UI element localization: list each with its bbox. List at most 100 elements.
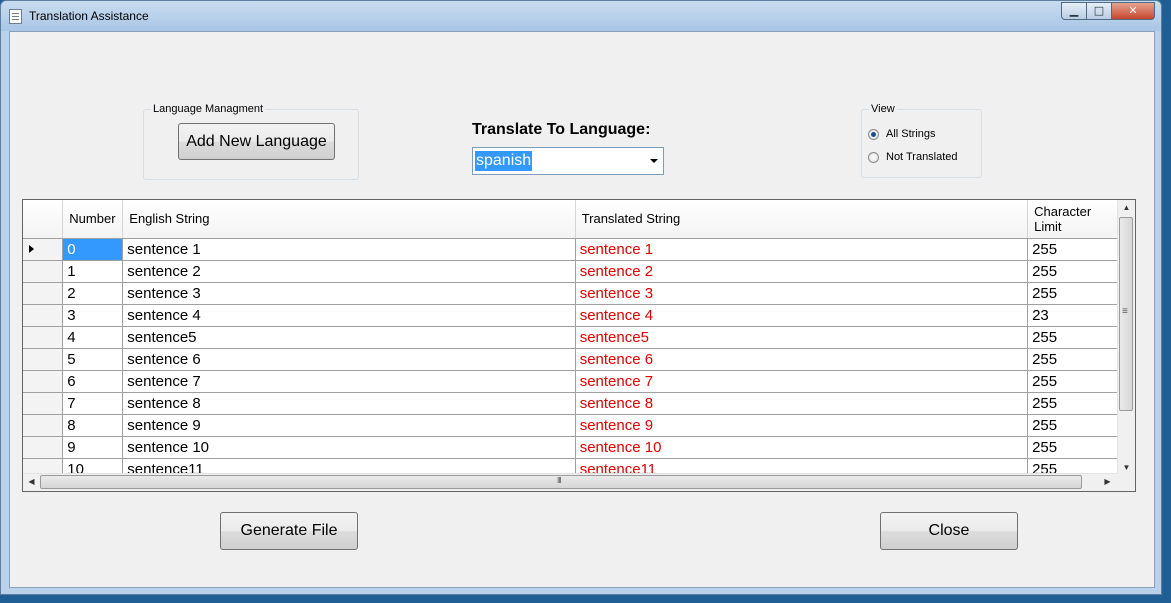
cell-english[interactable]: sentence 10 (122, 436, 576, 459)
table-row[interactable]: 4 sentence5 sentence5 255 (23, 326, 1118, 349)
radio-unchecked-icon[interactable] (868, 151, 879, 163)
client-area: Language Managment Add New Language Tran… (9, 31, 1155, 588)
cell-english[interactable]: sentence 1 (122, 238, 576, 261)
vertical-scrollbar[interactable]: ▲ ▼ (1117, 200, 1135, 475)
cell-translated[interactable]: sentence 1 (575, 238, 1029, 261)
cell-number[interactable]: 1 (62, 260, 124, 283)
add-new-language-button[interactable]: Add New Language (178, 123, 335, 160)
cell-translated[interactable]: sentence 10 (575, 436, 1029, 459)
cell-limit[interactable]: 255 (1027, 414, 1118, 437)
table-row[interactable]: 8 sentence 9 sentence 9 255 (23, 414, 1118, 437)
table-row[interactable]: 1 sentence 2 sentence 2 255 (23, 260, 1118, 283)
scroll-up-icon[interactable]: ▲ (1118, 203, 1135, 212)
cell-english[interactable]: sentence 4 (122, 304, 576, 327)
cell-translated[interactable]: sentence 8 (575, 392, 1029, 415)
radio-all-strings-label: All Strings (886, 128, 936, 140)
row-header[interactable] (23, 370, 64, 393)
scroll-corner (1118, 474, 1135, 491)
table-row[interactable]: 3 sentence 4 sentence 4 23 (23, 304, 1118, 327)
cell-translated[interactable]: sentence 7 (575, 370, 1029, 393)
close-window-button[interactable]: ✕ (1111, 2, 1155, 20)
table-header-row: Number English String Translated String … (23, 200, 1118, 239)
cell-limit[interactable]: 255 (1027, 370, 1118, 393)
language-select-value: spanish (475, 151, 533, 171)
column-header-limit[interactable]: Character Limit (1027, 200, 1118, 239)
table-row[interactable]: 5 sentence 6 sentence 6 255 (23, 348, 1118, 371)
radio-all-strings[interactable]: All Strings (868, 128, 936, 140)
cell-translated[interactable]: sentence5 (575, 326, 1029, 349)
cell-translated[interactable]: sentence 9 (575, 414, 1029, 437)
minimize-button[interactable]: ▁ (1061, 2, 1087, 20)
column-header-translated[interactable]: Translated String (575, 200, 1029, 239)
row-header[interactable] (23, 392, 64, 415)
cell-number[interactable]: 8 (62, 414, 124, 437)
language-management-label: Language Managment (151, 103, 266, 115)
column-header-number[interactable]: Number (62, 200, 124, 239)
table-row[interactable]: 6 sentence 7 sentence 7 255 (23, 370, 1118, 393)
cell-english[interactable]: sentence5 (122, 326, 576, 349)
table-row[interactable]: 7 sentence 8 sentence 8 255 (23, 392, 1118, 415)
translate-to-label: Translate To Language: (472, 121, 651, 138)
cell-limit[interactable]: 255 (1027, 238, 1118, 261)
cell-limit[interactable]: 23 (1027, 304, 1118, 327)
cell-limit[interactable]: 255 (1027, 282, 1118, 305)
row-header[interactable] (23, 348, 64, 371)
table-row[interactable]: 9 sentence 10 sentence 10 255 (23, 436, 1118, 459)
scroll-down-icon[interactable]: ▼ (1118, 463, 1135, 472)
cell-english[interactable]: sentence 9 (122, 414, 576, 437)
cell-number[interactable]: 6 (62, 370, 124, 393)
cell-limit[interactable]: 255 (1027, 260, 1118, 283)
generate-file-button[interactable]: Generate File (220, 512, 358, 550)
cell-english[interactable]: sentence 7 (122, 370, 576, 393)
table-row[interactable]: 2 sentence 3 sentence 3 255 (23, 282, 1118, 305)
strings-grid[interactable]: Number English String Translated String … (22, 199, 1136, 492)
horizontal-scrollbar[interactable]: ◀ ▶ (23, 473, 1118, 491)
document-icon (9, 9, 22, 24)
radio-not-translated[interactable]: Not Translated (868, 151, 958, 163)
cell-number[interactable]: 3 (62, 304, 124, 327)
cell-limit[interactable]: 255 (1027, 392, 1118, 415)
window-title: Translation Assistance (29, 9, 149, 23)
cell-number[interactable]: 4 (62, 326, 124, 349)
scroll-right-icon[interactable]: ▶ (1099, 477, 1116, 486)
row-header[interactable] (23, 260, 64, 283)
cell-limit[interactable]: 255 (1027, 326, 1118, 349)
close-button[interactable]: Close (880, 512, 1018, 550)
language-select[interactable]: spanish (472, 147, 664, 175)
window-controls: ▁ □ ✕ (1061, 2, 1155, 20)
cell-english[interactable]: sentence 6 (122, 348, 576, 371)
chevron-down-icon[interactable] (650, 159, 658, 163)
row-header-corner[interactable] (23, 200, 64, 239)
row-header[interactable] (23, 326, 64, 349)
table-row[interactable]: 0 sentence 1 sentence 1 255 (23, 238, 1118, 261)
row-header[interactable] (23, 436, 64, 459)
cell-limit[interactable]: 255 (1027, 436, 1118, 459)
row-header[interactable] (23, 238, 64, 261)
cell-translated[interactable]: sentence 3 (575, 282, 1029, 305)
row-header[interactable] (23, 414, 64, 437)
maximize-button[interactable]: □ (1086, 2, 1112, 20)
scroll-left-icon[interactable]: ◀ (23, 477, 40, 486)
strings-table: Number English String Translated String … (23, 200, 1118, 475)
cell-number[interactable]: 2 (62, 282, 124, 305)
cell-number[interactable]: 5 (62, 348, 124, 371)
cell-limit[interactable]: 255 (1027, 348, 1118, 371)
language-management-group: Language Managment Add New Language (143, 103, 359, 180)
cell-number[interactable]: 9 (62, 436, 124, 459)
cell-english[interactable]: sentence 8 (122, 392, 576, 415)
cell-english[interactable]: sentence 2 (122, 260, 576, 283)
cell-translated[interactable]: sentence 4 (575, 304, 1029, 327)
cell-translated[interactable]: sentence 6 (575, 348, 1029, 371)
radio-not-translated-label: Not Translated (886, 151, 958, 163)
cell-translated[interactable]: sentence 2 (575, 260, 1029, 283)
cell-english[interactable]: sentence 3 (122, 282, 576, 305)
row-header[interactable] (23, 304, 64, 327)
horizontal-scroll-thumb[interactable] (40, 475, 1082, 489)
row-header[interactable] (23, 282, 64, 305)
cell-number[interactable]: 0 (62, 238, 124, 261)
radio-checked-icon[interactable] (868, 128, 879, 140)
title-bar[interactable]: Translation Assistance ▁ □ ✕ (1, 1, 1161, 31)
vertical-scroll-thumb[interactable] (1119, 217, 1133, 411)
cell-number[interactable]: 7 (62, 392, 124, 415)
column-header-english[interactable]: English String (122, 200, 576, 239)
